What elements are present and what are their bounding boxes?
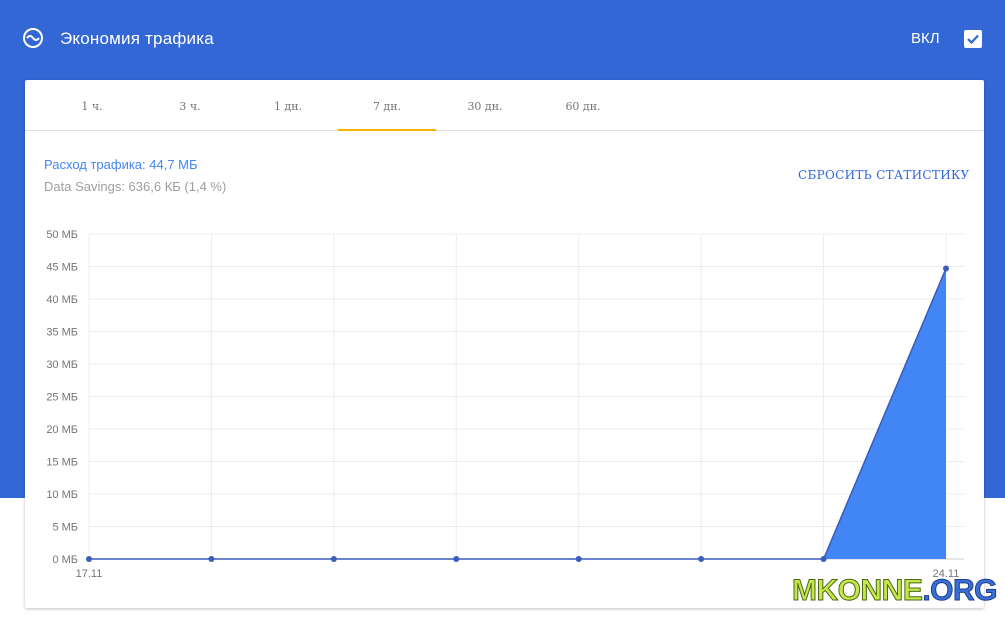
watermark: MKONNE.ORG bbox=[791, 574, 998, 608]
series-area bbox=[89, 268, 946, 559]
app-header: Экономия трафика ВКЛ bbox=[0, 0, 1005, 78]
y-tick-label: 15 МБ bbox=[46, 457, 78, 469]
data-saver-toggle-checkbox[interactable] bbox=[964, 30, 982, 48]
data-point bbox=[943, 265, 949, 272]
data-point bbox=[86, 556, 92, 562]
y-tick-label: 35 МБ bbox=[46, 327, 78, 339]
data-point bbox=[698, 556, 705, 562]
watermark-part1: MKONNE bbox=[791, 574, 923, 608]
toggle-label: ВКЛ bbox=[911, 30, 940, 47]
data-point bbox=[820, 556, 827, 562]
traffic-chart: 0 МБ 5 МБ 10 МБ 15 МБ 20 МБ 25 МБ 30 МБ 35 МБ 40… bbox=[46, 229, 964, 580]
y-tick-label: 45 МБ bbox=[46, 262, 78, 274]
y-tick-label: 0 МБ bbox=[52, 554, 78, 566]
y-tick-label: 5 МБ bbox=[52, 522, 78, 534]
data-point bbox=[208, 556, 215, 562]
data-point bbox=[575, 556, 582, 562]
data-saver-icon bbox=[23, 28, 43, 48]
data-point bbox=[453, 556, 460, 562]
watermark-part2: .ORG bbox=[922, 574, 998, 608]
y-tick-label: 50 МБ bbox=[46, 229, 78, 241]
stats-card: 1 ч. 3 ч. 1 дн. 7 дн. 30 дн. 60 дн. Расх… bbox=[25, 80, 984, 608]
y-tick-label: 40 МБ bbox=[46, 294, 78, 306]
y-tick-label: 30 МБ bbox=[46, 359, 78, 371]
y-tick-label: 25 МБ bbox=[46, 392, 78, 404]
checkmark-icon bbox=[967, 34, 979, 45]
y-tick-label: 10 МБ bbox=[46, 489, 78, 501]
data-point bbox=[330, 556, 337, 562]
series-line bbox=[89, 268, 947, 560]
page-title: Экономия трафика bbox=[60, 29, 214, 48]
y-tick-label: 20 МБ bbox=[46, 424, 78, 436]
x-tick-label: 17.11 bbox=[76, 568, 103, 580]
